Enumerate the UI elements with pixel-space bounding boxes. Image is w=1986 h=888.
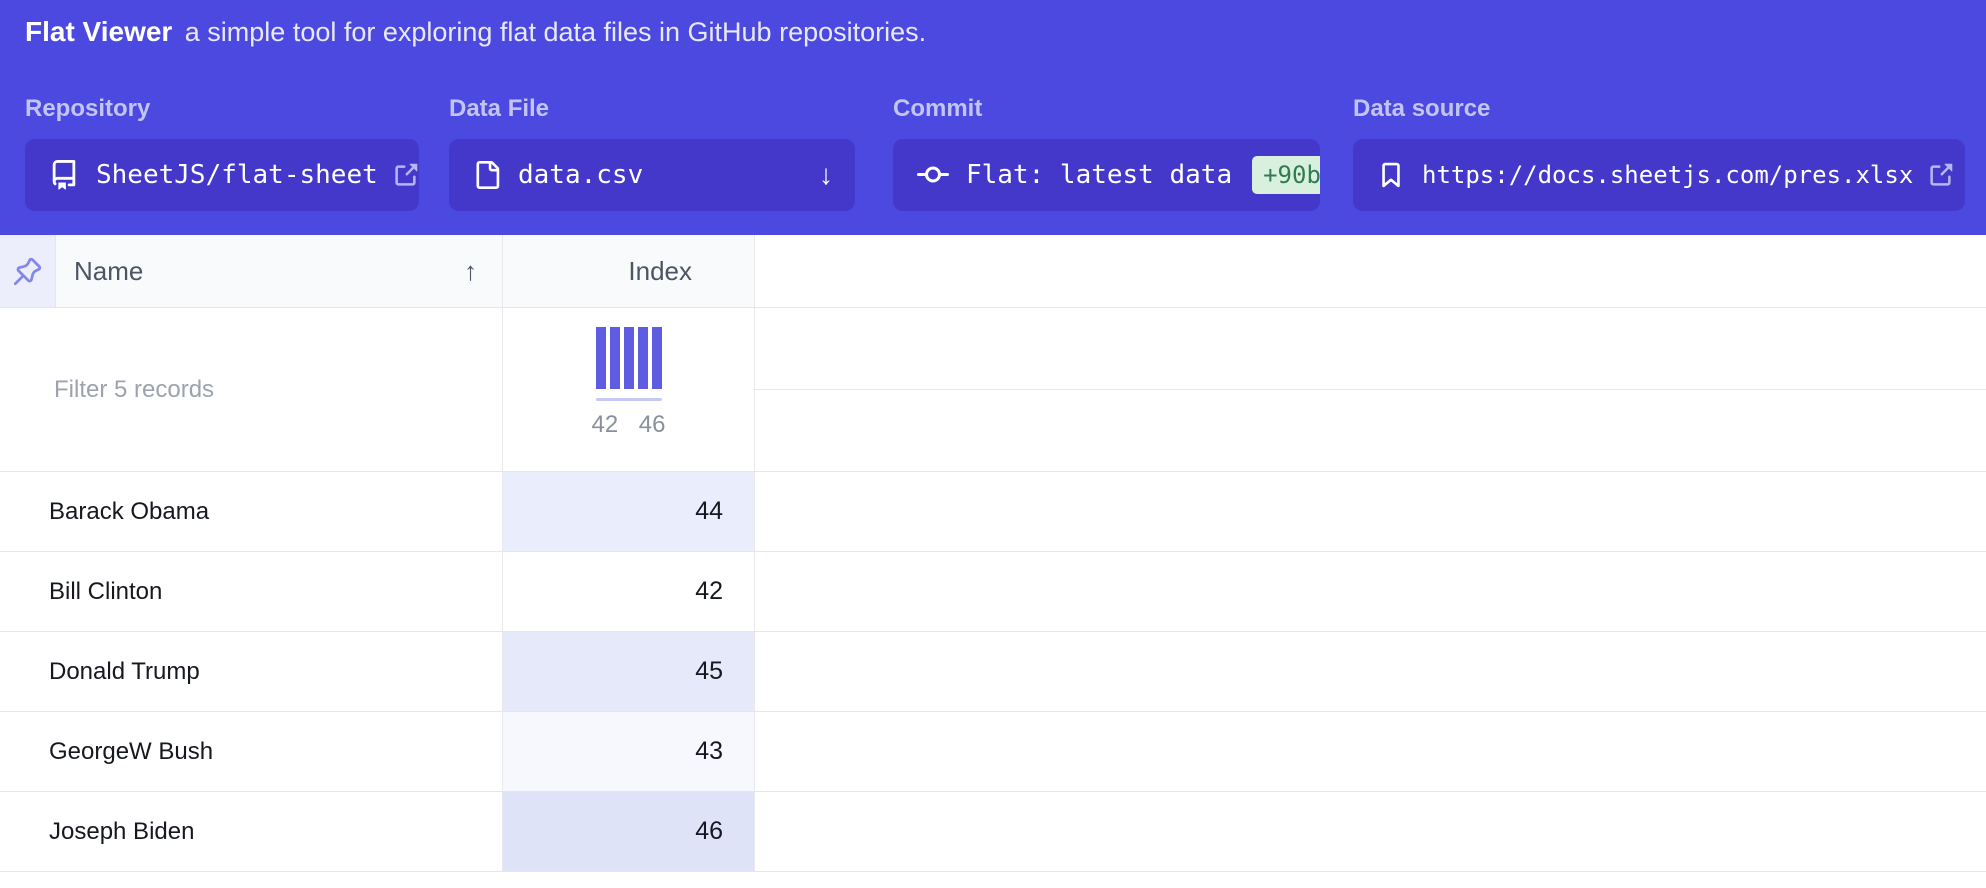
data-file-group: Data File data.csv ↓ (449, 95, 855, 211)
data-file-selector[interactable]: data.csv ↓ (449, 139, 855, 211)
toolbar: Repository SheetJS/flat-sheet Data File … (25, 95, 1965, 211)
repository-value: SheetJS/flat-sheet (96, 160, 378, 190)
pushpin-icon (13, 257, 42, 286)
app-subtitle: a simple tool for exploring flat data fi… (185, 17, 926, 47)
histogram-container: 42 46 (592, 327, 666, 439)
index-histogram[interactable]: 42 46 (503, 308, 755, 471)
table-row: Barack Obama 44 (0, 472, 1986, 552)
table-row: GeorgeW Bush 43 (0, 712, 1986, 792)
name-cell: Barack Obama (0, 472, 503, 551)
table-row: Bill Clinton 42 (0, 552, 1986, 632)
name-value: Barack Obama (49, 498, 209, 526)
index-cell: 46 (503, 792, 755, 871)
row-filler (755, 712, 1986, 791)
git-commit-icon (917, 159, 949, 191)
data-table: Name ↑ Index 42 46 (0, 235, 1986, 872)
histogram-labels: 42 46 (592, 411, 666, 439)
table-header-row: Name ↑ Index (0, 235, 1986, 308)
flat-viewer-app: Flat Viewer a simple tool for exploring … (0, 0, 1986, 872)
filler-gridline (755, 308, 1986, 390)
row-filler (755, 792, 1986, 871)
pin-column-toggle[interactable] (0, 235, 56, 307)
histogram-axis (596, 398, 662, 401)
name-value: GeorgeW Bush (49, 738, 213, 766)
index-value: 45 (695, 657, 723, 686)
name-filter-cell (0, 308, 503, 471)
row-filler (755, 472, 1986, 551)
name-value: Donald Trump (49, 658, 200, 686)
index-cell: 45 (503, 632, 755, 711)
index-cell: 44 (503, 472, 755, 551)
commit-group: Commit Flat: latest data +90b (893, 95, 1320, 211)
name-cell: Bill Clinton (0, 552, 503, 631)
index-value: 42 (695, 577, 723, 606)
commit-diff-badge: +90b (1252, 156, 1320, 194)
filter-input[interactable] (52, 375, 452, 405)
row-filler (755, 632, 1986, 711)
commit-selector[interactable]: Flat: latest data +90b (893, 139, 1320, 211)
filter-row: 42 46 (0, 308, 1986, 472)
name-cell: GeorgeW Bush (0, 712, 503, 791)
data-file-value: data.csv (518, 160, 643, 190)
header-filler (755, 235, 1986, 307)
name-cell: Donald Trump (0, 632, 503, 711)
index-value: 44 (695, 497, 723, 526)
commit-label: Commit (893, 95, 1320, 123)
external-link-icon (392, 162, 419, 189)
repository-button[interactable]: SheetJS/flat-sheet (25, 139, 419, 211)
file-icon (473, 161, 501, 189)
dropdown-arrow-icon: ↓ (819, 159, 833, 191)
histogram-min-label: 42 (592, 411, 619, 439)
column-header-name-label: Name (74, 256, 143, 287)
data-source-label: Data source (1353, 95, 1965, 123)
name-cell: Joseph Biden (0, 792, 503, 871)
repository-group: Repository SheetJS/flat-sheet (25, 95, 419, 211)
name-value: Bill Clinton (49, 578, 162, 606)
histogram-max-label: 46 (639, 411, 666, 439)
bookmark-icon (1377, 161, 1405, 189)
filter-filler (755, 308, 1986, 471)
data-source-group: Data source https://docs.sheetjs.com/pre… (1353, 95, 1965, 211)
column-header-index-label: Index (628, 256, 692, 287)
index-value: 43 (695, 737, 723, 766)
column-header-index[interactable]: Index (503, 235, 755, 307)
repository-label: Repository (25, 95, 419, 123)
external-link-icon (1927, 162, 1954, 189)
data-file-label: Data File (449, 95, 855, 123)
name-value: Joseph Biden (49, 818, 194, 846)
title-line: Flat Viewer a simple tool for exploring … (25, 14, 1965, 55)
app-header: Flat Viewer a simple tool for exploring … (0, 0, 1986, 235)
commit-message: Flat: latest data (966, 160, 1232, 190)
data-source-url: https://docs.sheetjs.com/pres.xlsx (1422, 161, 1913, 189)
table-row: Joseph Biden 46 (0, 792, 1986, 872)
table-row: Donald Trump 45 (0, 632, 1986, 712)
index-cell: 42 (503, 552, 755, 631)
column-header-name[interactable]: Name ↑ (56, 235, 503, 307)
data-source-link[interactable]: https://docs.sheetjs.com/pres.xlsx (1353, 139, 1965, 211)
index-value: 46 (695, 817, 723, 846)
repo-icon (49, 160, 79, 190)
histogram-bars (596, 327, 662, 389)
sort-ascending-icon: ↑ (464, 256, 477, 287)
row-filler (755, 552, 1986, 631)
index-cell: 43 (503, 712, 755, 791)
app-title: Flat Viewer (25, 16, 172, 47)
